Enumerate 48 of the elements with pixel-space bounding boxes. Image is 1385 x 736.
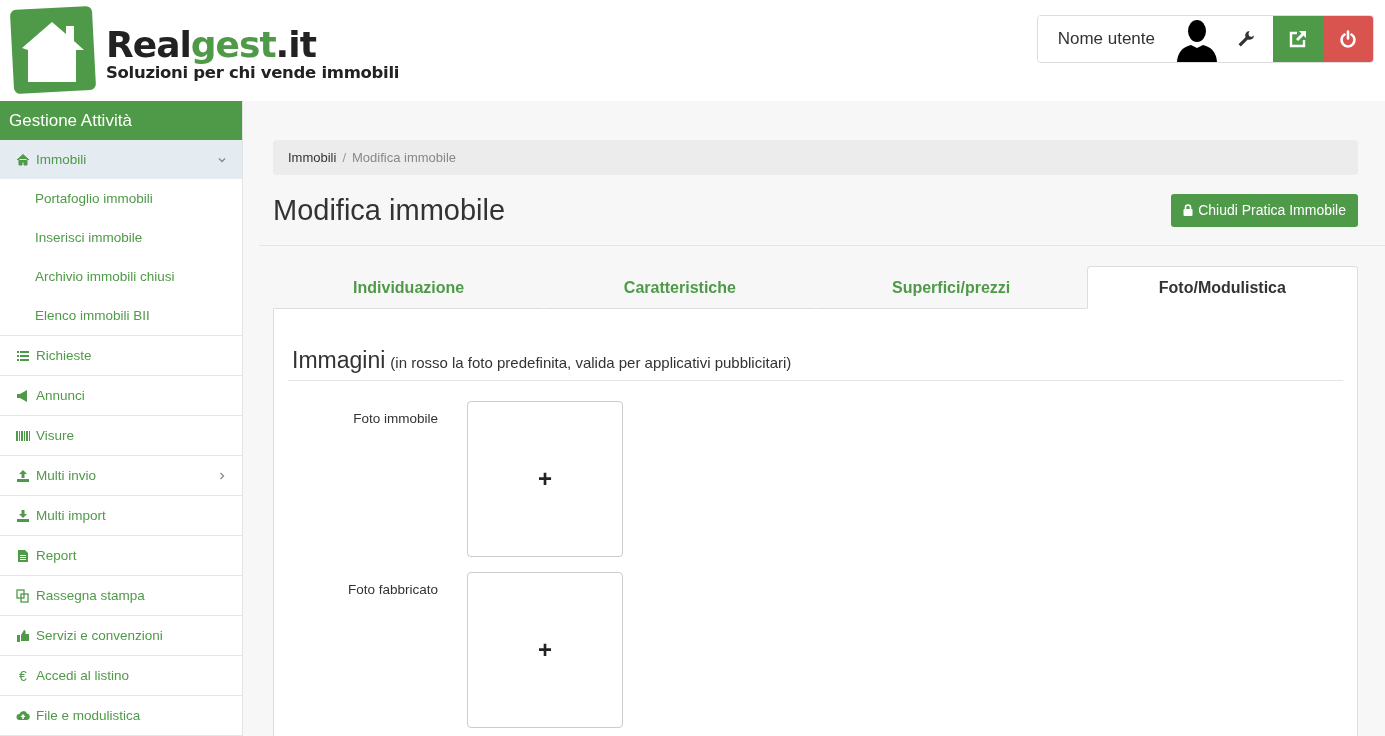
brand-tagline: Soluzioni per chi vende immobili bbox=[106, 63, 400, 83]
sidebar-item[interactable]: Rassegna stampa bbox=[0, 576, 242, 616]
submenu-item[interactable]: Portafoglio immobili bbox=[0, 179, 153, 218]
page-title: Modifica immobile bbox=[273, 193, 506, 227]
external-link-icon bbox=[1288, 29, 1308, 49]
breadcrumb-separator: / bbox=[342, 150, 347, 165]
sidebar-title: Gestione Attività bbox=[0, 101, 242, 140]
external-link-button[interactable] bbox=[1273, 16, 1323, 62]
sidebar-item[interactable]: Richieste bbox=[0, 336, 242, 376]
sidebar-item[interactable]: Visure bbox=[0, 416, 242, 456]
copy-icon bbox=[16, 588, 30, 603]
add-photo-button[interactable]: + bbox=[467, 401, 623, 557]
sidebar-item[interactable]: Servizi e convenzioni bbox=[0, 616, 242, 656]
upload-icon bbox=[16, 468, 30, 483]
close-file-button[interactable]: Chiudi Pratica Immobile bbox=[1171, 193, 1358, 227]
house-icon bbox=[16, 152, 30, 167]
megaphone-icon bbox=[16, 388, 30, 403]
breadcrumb-item[interactable]: Immobili bbox=[288, 150, 337, 165]
add-photo-button[interactable]: + bbox=[467, 572, 623, 728]
section-note: (in rosso la foto predefinita, valida per applicativi pubblicitari) bbox=[390, 354, 792, 371]
lock-icon bbox=[1183, 204, 1194, 216]
photo-label: Foto immobile bbox=[352, 410, 438, 426]
sidebar-item[interactable]: File e modulistica bbox=[0, 696, 242, 736]
download-icon bbox=[16, 508, 30, 523]
sidebar-item[interactable]: Report bbox=[0, 536, 242, 576]
euro-symbol: € bbox=[18, 667, 28, 684]
sidebar-item[interactable]: Immobili bbox=[0, 140, 242, 179]
breadcrumb-item: Modifica immobile bbox=[352, 150, 457, 165]
sidebar-item[interactable]: Annunci bbox=[0, 376, 242, 416]
submenu-item[interactable]: Archivio immobili chiusi bbox=[0, 257, 175, 296]
cloud-upload-icon bbox=[16, 708, 30, 723]
sidebar-item[interactable]: € Accedi al listino bbox=[0, 656, 242, 696]
user-silhouette-icon bbox=[1175, 18, 1219, 62]
logout-button[interactable] bbox=[1323, 16, 1373, 62]
barcode-icon bbox=[16, 428, 30, 443]
sidebar-item[interactable]: Multi import bbox=[0, 496, 242, 536]
thumbs-up-icon bbox=[16, 628, 30, 643]
power-icon bbox=[1339, 30, 1357, 48]
photo-label: Foto fabbricato bbox=[346, 581, 438, 597]
document-icon bbox=[16, 548, 30, 563]
tab[interactable]: Foto/Modulistica bbox=[1086, 266, 1358, 309]
sidebar-item[interactable]: Multi invio bbox=[0, 456, 242, 496]
submenu-item[interactable]: Elenco immobili BII bbox=[0, 296, 150, 335]
wrench-icon bbox=[1237, 30, 1255, 48]
submenu-item[interactable]: Inserisci immobile bbox=[0, 218, 143, 257]
brand-name: Realgest.it bbox=[106, 27, 317, 63]
section-title: Immagini bbox=[292, 347, 386, 374]
list-icon bbox=[16, 348, 30, 363]
